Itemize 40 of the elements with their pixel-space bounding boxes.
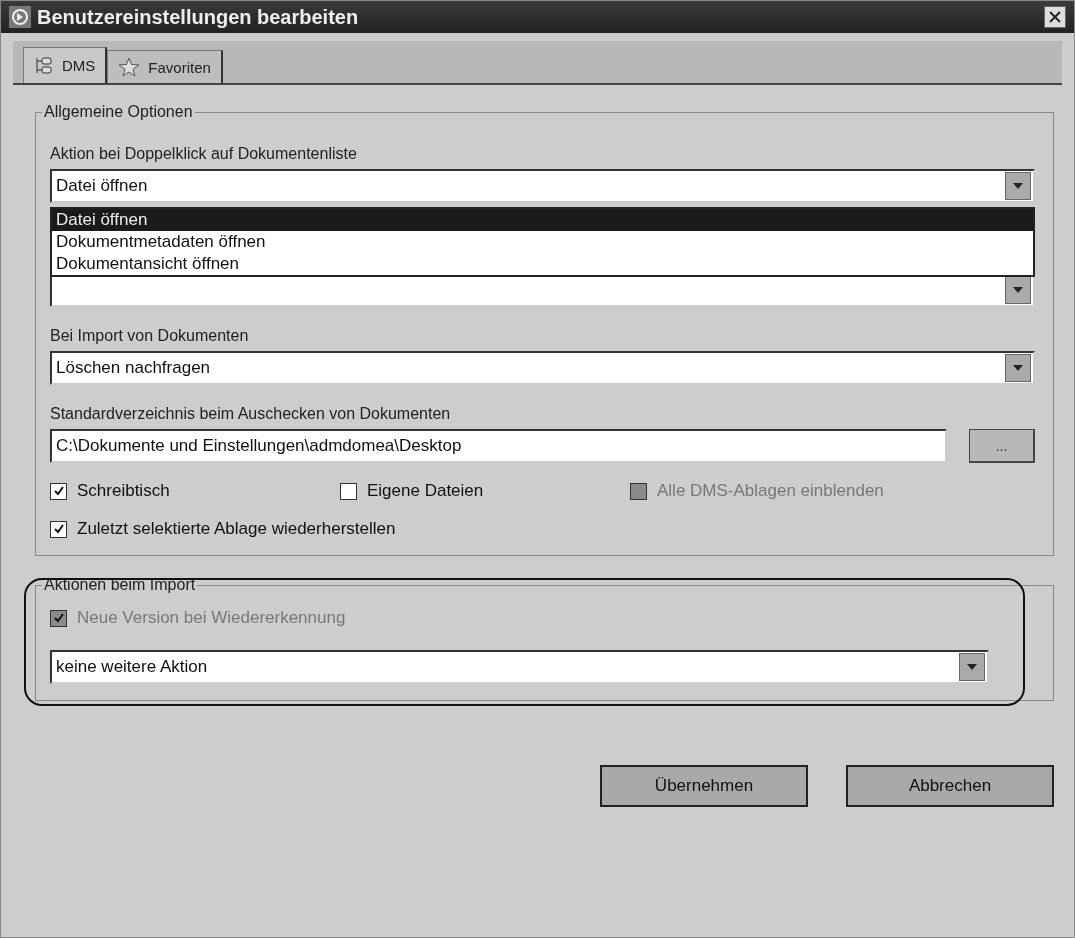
- field-label: Bei Import von Dokumenten: [50, 327, 250, 345]
- check-icon: [52, 612, 65, 624]
- dropdown-button[interactable]: [1005, 172, 1031, 200]
- group-title: Allgemeine Optionen: [43, 103, 194, 121]
- group-title: Aktionen beim Import: [43, 576, 197, 594]
- tab[interactable]: Favoriten: [107, 50, 223, 83]
- field-label: Standardverzeichnis beim Auschecken von Dokumenten: [50, 405, 452, 423]
- star-icon: [118, 57, 141, 77]
- checkbox-label: Neue Version bei Wiedererkennung: [77, 608, 346, 628]
- caret-icon: [1013, 183, 1023, 189]
- dialog-button[interactable]: Abbrechen: [846, 765, 1054, 807]
- check-icon: [52, 485, 65, 497]
- checkbox[interactable]: [50, 482, 67, 500]
- app-icon: [9, 6, 31, 28]
- dropdown-option[interactable]: Datei öffnen: [52, 209, 1033, 231]
- dialog-button[interactable]: Übernehmen: [600, 765, 808, 807]
- dropdown-button[interactable]: [1005, 276, 1031, 304]
- dropdown-button[interactable]: [959, 653, 985, 681]
- dropdown-field[interactable]: keine weitere Aktion: [50, 650, 989, 684]
- checkbox[interactable]: [50, 520, 67, 538]
- check-icon: [52, 523, 65, 535]
- close-button[interactable]: [1044, 6, 1066, 28]
- tree-icon: [34, 55, 54, 76]
- caret-icon: [1013, 287, 1023, 293]
- caret-icon: [1013, 365, 1023, 371]
- checkbox-label: Eigene Dateien: [367, 481, 484, 501]
- window-title: Benutzereinstellungen bearbeiten: [37, 5, 360, 29]
- checkbox[interactable]: [340, 482, 357, 500]
- field-label: Aktion bei Doppelklick auf Dokumentenliste: [50, 145, 358, 163]
- dropdown-field[interactable]: Löschen nachfragen: [50, 351, 1035, 385]
- close-icon: [1049, 11, 1061, 23]
- checkbox-label: Zuletzt selektierte Ablage wiederherstellen: [77, 519, 396, 539]
- caret-icon: [967, 664, 977, 670]
- dropdown-button[interactable]: [1005, 354, 1031, 382]
- checkbox-label: Schreibtisch: [77, 481, 170, 501]
- browse-button[interactable]: ...: [969, 429, 1035, 463]
- dropdown-field[interactable]: Datei öffnen: [50, 169, 1035, 203]
- path-field[interactable]: C:\Dokumente und Einstellungen\admdomea\Desktop: [50, 429, 947, 463]
- checkbox-label: Alle DMS-Ablagen einblenden: [657, 481, 884, 501]
- tab[interactable]: DMS: [23, 47, 108, 83]
